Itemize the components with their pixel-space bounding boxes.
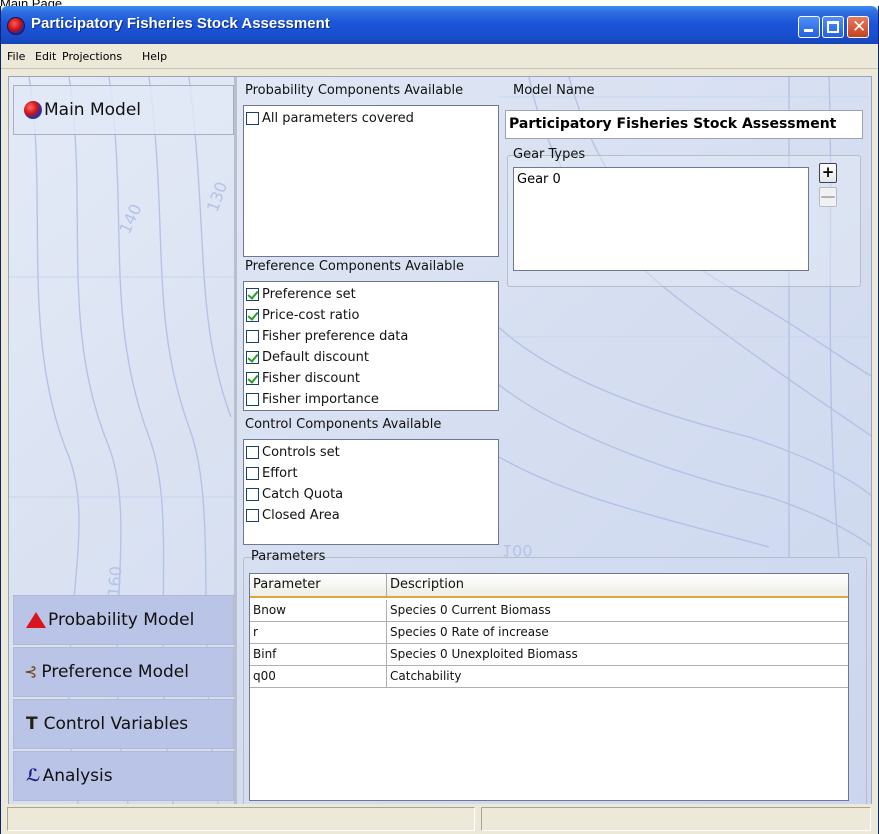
gear-types-list[interactable]: Gear 0 [513,167,809,271]
checkbox-label: Fisher discount [262,370,360,386]
nav-label: Control Variables [43,714,189,734]
close-button[interactable]: ✕ [847,16,869,38]
title-bar[interactable]: Participatory Fisheries Stock Assessment… [1,6,878,44]
checkbox-label: Closed Area [262,507,340,523]
model-name-label: Model Name [513,83,595,98]
table-header: Parameter Description [250,574,848,598]
menu-help[interactable]: Help [142,50,167,63]
checkbox-row[interactable]: Controls set [246,442,340,462]
control-components-label: Control Components Available [245,417,442,432]
checkbox-closed-area[interactable] [246,508,259,522]
probability-components-list: All parameters covered [243,105,499,257]
control-components-list: Controls set Effort Catch Quota Closed A… [243,439,499,545]
checkbox-price-cost-ratio[interactable] [246,308,259,322]
menu-file[interactable]: File [7,50,25,63]
checkbox-row[interactable]: Closed Area [246,505,340,525]
checkbox-label: Fisher preference data [262,328,409,344]
checkbox-label: Catch Quota [262,486,344,502]
nav-analysis[interactable]: ℒ Analysis [13,751,234,801]
add-gear-button[interactable]: + [819,163,837,183]
checkbox-row[interactable]: Price-cost ratio [246,305,359,325]
menu-projections[interactable]: Projections [62,50,122,63]
status-pane-left [7,807,475,831]
checkbox-label: Default discount [262,349,369,365]
window-title: Participatory Fisheries Stock Assessment [31,15,330,32]
checkbox-label: Effort [262,465,298,481]
table-row[interactable]: q00 Catchability [250,666,848,688]
main-content: 140 130 160 100 Main Model Probability M… [8,76,872,809]
column-header-parameter[interactable]: Parameter [250,574,387,596]
description-cell: Species 0 Unexploited Biomass [390,647,578,661]
table-row[interactable]: Binf Species 0 Unexploited Biomass [250,644,848,666]
checkbox-label: Fisher importance [262,391,379,407]
globe-icon [24,101,42,119]
parameter-cell: r [250,622,387,643]
parameters-table: Parameter Description Bnow Species 0 Cur… [249,573,849,801]
remove-gear-button[interactable]: — [819,187,837,207]
nav-label: Analysis [42,766,113,786]
checkbox-row[interactable]: Catch Quota [246,484,343,504]
checkbox-row[interactable]: Fisher importance [246,389,379,409]
status-bar [1,804,878,834]
tree-icon: ⊰ [24,662,38,681]
t-icon: T [26,714,38,734]
checkbox-label: Preference set [262,286,356,302]
parameter-cell: Binf [250,644,387,665]
probability-components-label: Probability Components Available [245,83,464,98]
checkbox-controls-set[interactable] [246,445,259,459]
gear-types-label: Gear Types [513,147,586,162]
minimize-button[interactable] [798,16,820,38]
description-cell: Species 0 Rate of increase [390,625,549,639]
menu-bar: File Edit Projections Help [1,44,878,69]
checkbox-label: All parameters covered [262,110,414,126]
preference-components-list: Preference set Price-cost ratio Fisher p… [243,281,499,411]
column-header-description[interactable]: Description [387,574,848,596]
menu-edit[interactable]: Edit [35,50,56,63]
checkbox-label: Controls set [262,444,340,460]
parameter-cell: q00 [250,666,387,687]
nav-control-variables[interactable]: T Control Variables [13,699,234,749]
checkbox-label: Price-cost ratio [262,307,360,323]
parameters-label: Parameters [251,549,326,564]
chart-icon: ℒ [26,766,41,786]
nav-probability-model[interactable]: Probability Model [13,595,234,645]
checkbox-row[interactable]: Default discount [246,347,369,367]
table-row[interactable]: r Species 0 Rate of increase [250,622,848,644]
checkbox-fisher-discount[interactable] [246,371,259,385]
nav-preference-model[interactable]: ⊰ Preference Model [13,647,234,697]
checkbox-row[interactable]: Effort [246,463,298,483]
checkbox-row[interactable]: All parameters covered [246,108,414,128]
checkbox-row[interactable]: Preference set [246,284,356,304]
nav-label: Preference Model [41,662,189,682]
checkbox-row[interactable]: Fisher preference data [246,326,408,346]
maximize-button[interactable] [822,16,844,38]
checkbox-all-parameters-covered[interactable] [246,111,259,125]
checkbox-preference-set[interactable] [246,287,259,301]
nav-label: Main Model [44,100,142,120]
mountain-icon [26,612,46,628]
nav-main-model[interactable]: Main Model [13,85,234,135]
status-pane-right [481,807,871,831]
checkbox-fisher-preference-data[interactable] [246,329,259,343]
checkbox-catch-quota[interactable] [246,487,259,501]
sidebar-nav: Main Model Probability Model ⊰ Preferenc… [9,77,237,808]
model-name-field[interactable]: Participatory Fisheries Stock Assessment [505,110,863,139]
minimize-icon [804,29,813,32]
app-window: Participatory Fisheries Stock Assessment… [0,6,879,834]
checkbox-effort[interactable] [246,466,259,480]
description-cell: Catchability [390,669,462,683]
parameter-cell: Bnow [250,600,387,621]
description-cell: Species 0 Current Biomass [390,603,551,617]
app-globe-icon [7,17,25,35]
nav-label: Probability Model [48,610,195,630]
checkbox-fisher-importance[interactable] [246,392,259,406]
maximize-icon [827,21,839,33]
checkbox-default-discount[interactable] [246,350,259,364]
checkbox-row[interactable]: Fisher discount [246,368,360,388]
table-row[interactable]: Bnow Species 0 Current Biomass [250,600,848,622]
preference-components-label: Preference Components Available [245,259,465,274]
gear-list-item[interactable]: Gear 0 [517,172,561,187]
close-icon: ✕ [852,17,867,37]
